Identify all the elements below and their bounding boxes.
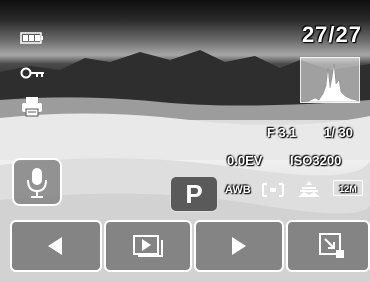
megapixel-label: 12M bbox=[339, 184, 357, 194]
megapixel-badge: 12M bbox=[333, 180, 363, 196]
camera-playback-screen: 27/27 F 3.1 1/ 30 0.0EV ISO3200 P AWB 12… bbox=[0, 0, 370, 282]
histogram bbox=[300, 57, 360, 103]
zoom-resize-icon bbox=[319, 233, 344, 258]
program-mode-badge: P bbox=[170, 176, 218, 212]
shutter-value: 1/ 30 bbox=[324, 125, 353, 140]
previous-arrow-icon bbox=[48, 237, 62, 255]
white-balance-icon: AWB bbox=[225, 184, 251, 196]
zoom-button[interactable] bbox=[286, 220, 370, 272]
protect-key-icon bbox=[20, 67, 44, 79]
aperture-value: F 3.1 bbox=[267, 125, 297, 140]
playback-button[interactable] bbox=[104, 220, 192, 272]
next-button[interactable] bbox=[194, 220, 284, 272]
battery-icon bbox=[20, 32, 43, 44]
focus-icon bbox=[298, 181, 320, 197]
microphone-icon bbox=[27, 168, 47, 198]
image-counter: 27/27 bbox=[301, 22, 362, 47]
iso-value: ISO3200 bbox=[290, 153, 342, 168]
previous-button[interactable] bbox=[10, 220, 102, 272]
playback-slideshow-icon bbox=[133, 235, 163, 257]
next-arrow-icon bbox=[232, 237, 246, 255]
metering-icon bbox=[262, 183, 284, 197]
voice-memo-button[interactable] bbox=[12, 158, 62, 206]
exposure-value: 0.0EV bbox=[227, 153, 263, 168]
print-icon bbox=[22, 97, 42, 117]
